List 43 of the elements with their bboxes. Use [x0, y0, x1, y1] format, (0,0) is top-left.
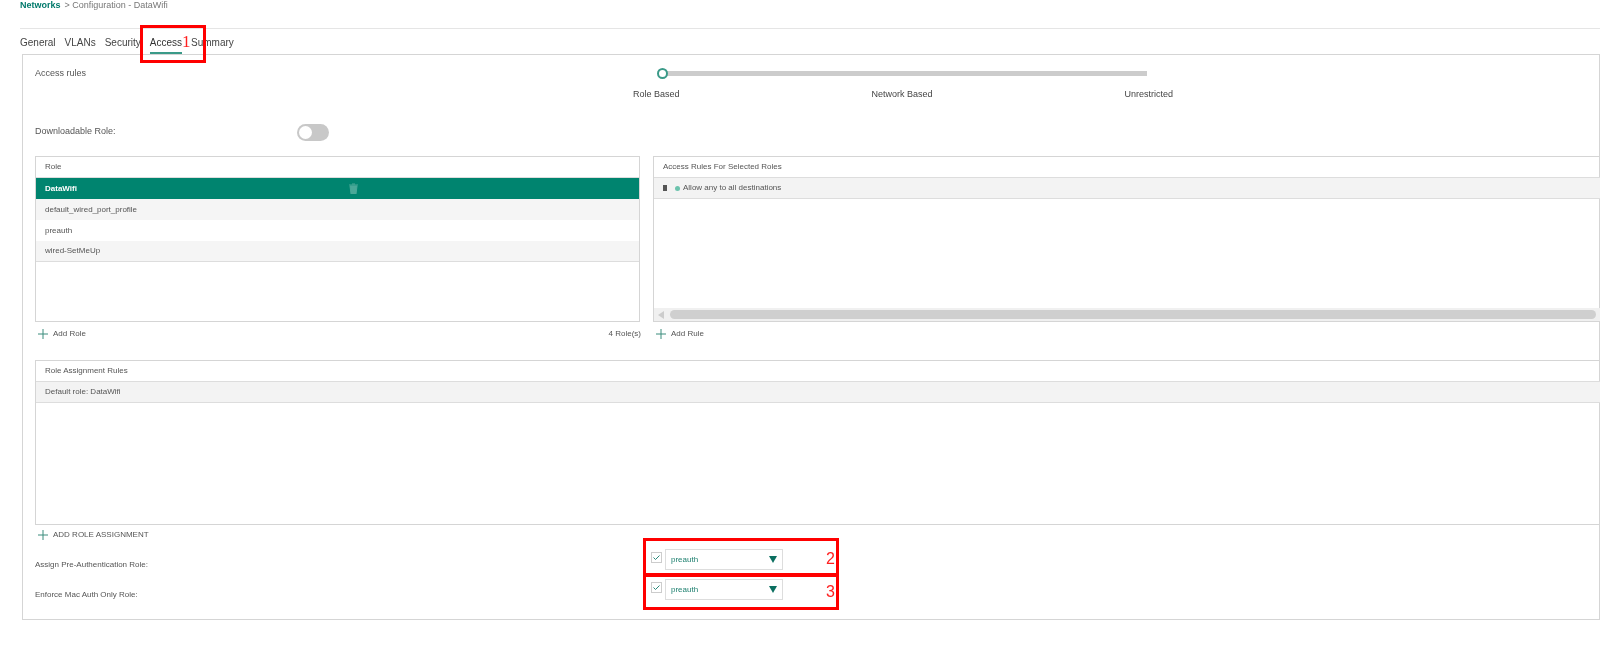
- role-dropdown[interactable]: preauth: [665, 579, 783, 600]
- slider-stop-label: Role Based: [633, 88, 680, 101]
- plus-icon: [38, 530, 48, 540]
- caret-icon: [769, 556, 777, 563]
- role-row[interactable]: DataWifi: [36, 178, 639, 199]
- slider-thumb[interactable]: [657, 68, 668, 79]
- breadcrumb-text: > Configuration - DataWifi: [64, 0, 168, 10]
- add-role-button[interactable]: Add Role: [38, 328, 86, 340]
- check-icon: [653, 585, 660, 590]
- role-row[interactable]: default_wired_port_profile: [36, 199, 639, 220]
- callout-number: 3: [826, 583, 835, 601]
- option-label: Assign Pre-Authentication Role:: [35, 559, 149, 571]
- plus-icon: [656, 329, 666, 339]
- downloadable-role-label: Downloadable Role:: [35, 125, 117, 139]
- default-role-row: Default role: DataWifi: [36, 382, 1600, 403]
- tab[interactable]: General: [20, 37, 56, 54]
- option-label: Enforce Mac Auth Only Role:: [35, 589, 139, 601]
- rule-text[interactable]: Allow any to all destinations: [683, 182, 782, 194]
- callout-number: 2: [826, 550, 835, 568]
- toggle-switch[interactable]: [297, 123, 329, 141]
- role-count: 4 Role(s): [608, 328, 641, 340]
- add-role-assignment-button[interactable]: ADD ROLE ASSIGNMENT: [38, 529, 149, 541]
- grip-icon[interactable]: [663, 185, 667, 191]
- role-row[interactable]: wired-SetMeUp: [36, 241, 639, 262]
- horizontal-scrollbar[interactable]: [654, 308, 1600, 321]
- tab[interactable]: VLANs: [64, 37, 96, 54]
- scroll-left-icon[interactable]: [658, 310, 664, 319]
- tab[interactable]: Security: [104, 37, 141, 54]
- check-icon: [653, 555, 660, 560]
- slider-stop-label: Unrestricted: [1124, 88, 1173, 101]
- slider-stop-label: Network Based: [871, 88, 933, 101]
- add-rule-button[interactable]: Add Rule: [656, 328, 704, 340]
- checkbox[interactable]: [651, 552, 662, 563]
- callout-number: 1: [182, 33, 191, 51]
- plus-icon: [38, 329, 48, 339]
- breadcrumb-link[interactable]: Networks: [20, 0, 61, 10]
- tab[interactable]: Access: [149, 37, 183, 54]
- caret-icon: [769, 586, 777, 593]
- checkbox[interactable]: [651, 582, 662, 593]
- status-dot-icon: [675, 185, 680, 191]
- role-dropdown[interactable]: preauth: [665, 549, 783, 570]
- trash-icon[interactable]: [349, 183, 358, 194]
- access-rules-label: Access rules: [35, 67, 88, 80]
